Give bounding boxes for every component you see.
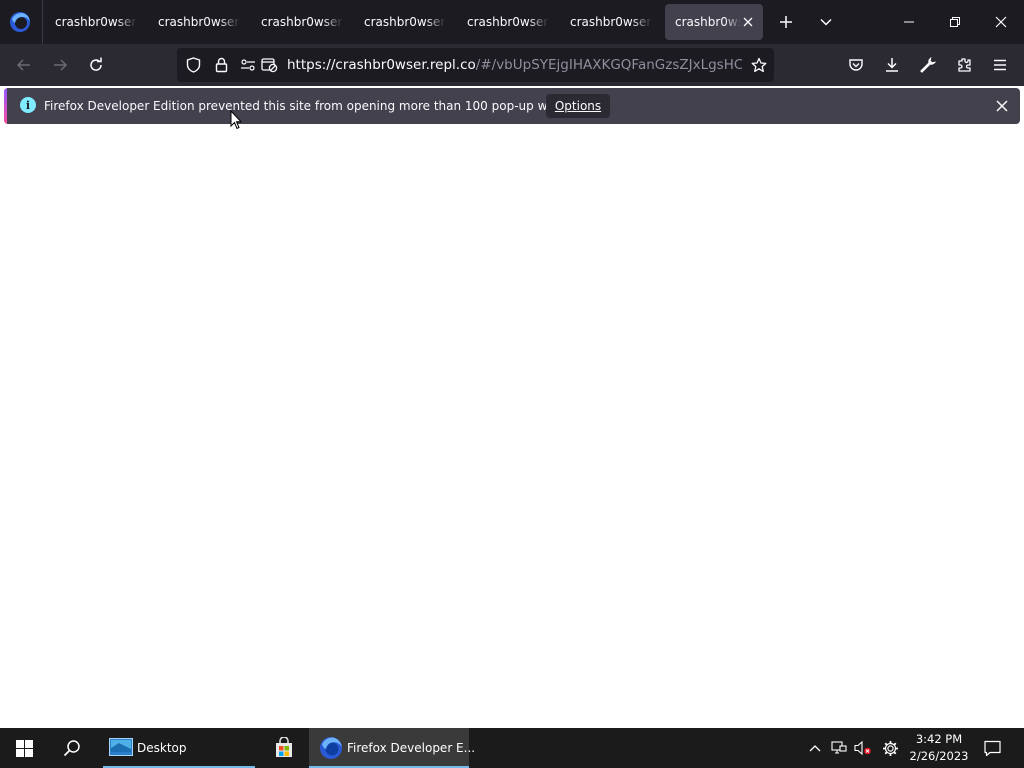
forward-button[interactable] — [44, 49, 76, 81]
notification-accent — [4, 88, 7, 124]
close-icon — [996, 100, 1008, 112]
settings-tray-button[interactable] — [878, 728, 902, 768]
tab-label: crashbr0wser.repl.co — [364, 15, 446, 29]
tab-label: crashbr0wser.repl.co — [467, 15, 549, 29]
plus-icon — [780, 16, 792, 28]
minimize-button[interactable] — [886, 0, 932, 44]
app-menu-button[interactable] — [984, 49, 1016, 81]
new-tab-button[interactable] — [770, 6, 802, 38]
gear-icon — [882, 740, 898, 756]
notification-message: Firefox Developer Edition prevented this… — [44, 99, 594, 113]
chevron-down-icon — [820, 18, 832, 26]
tab-separator — [42, 0, 43, 44]
firefox-developer-icon — [319, 736, 343, 760]
taskbar-store-app[interactable] — [262, 728, 306, 768]
clock-date: 2/26/2023 — [909, 749, 969, 763]
taskbar-firefox-label: Firefox Developer E... — [347, 741, 476, 755]
popup-blocked-icon[interactable] — [259, 48, 279, 82]
tracking-protection-shield-icon[interactable] — [183, 48, 203, 82]
show-hidden-icons-button[interactable] — [804, 728, 826, 768]
network-tray-button[interactable] — [828, 728, 850, 768]
chevron-up-icon — [809, 745, 821, 752]
list-all-tabs-button[interactable] — [810, 6, 842, 38]
options-button[interactable]: Options — [546, 94, 610, 118]
back-button[interactable] — [8, 49, 40, 81]
developer-tools-button[interactable] — [912, 49, 944, 81]
system-clock[interactable]: 3:42 PM 2/26/2023 — [905, 728, 973, 768]
popup-blocked-notification: i Firefox Developer Edition prevented th… — [4, 88, 1020, 124]
tab-crashbrowser-active[interactable]: crashbr0wser.repl.co — [665, 4, 763, 40]
info-icon: i — [20, 97, 36, 113]
taskbar-desktop-label: Desktop — [137, 741, 187, 755]
extensions-button[interactable] — [948, 49, 980, 81]
arrow-right-icon — [54, 59, 68, 71]
firefox-logo-icon[interactable] — [8, 10, 32, 34]
page-content[interactable] — [0, 128, 1024, 728]
tab-crashbrowser-6[interactable]: crashbr0wser.repl.co — [560, 4, 658, 40]
close-icon — [995, 16, 1007, 28]
url-text[interactable]: https://crashbr0wser.repl.co/#/vbUpSYEjg… — [287, 48, 742, 82]
notification-center-icon — [983, 740, 1001, 756]
arrow-left-icon — [16, 59, 30, 71]
permissions-icon[interactable] — [239, 48, 257, 82]
tab-label: crashbr0wser.repl.co — [261, 15, 343, 29]
windows-logo-icon — [15, 739, 33, 757]
taskbar: Desktop Firefox Developer E... 3:42 PM 2… — [0, 728, 1024, 768]
url-path: /#/vbUpSYEjgIHAXKGQFanGzsZJxLgsHCwSpV — [475, 57, 742, 73]
url-host: https://crashbr0wser.repl.co — [287, 57, 476, 73]
tab-label: crashbr0wser.repl.co — [570, 15, 652, 29]
tab-crashbrowser-2[interactable]: crashbr0wser.repl.co — [148, 4, 246, 40]
tab-close-icon[interactable] — [741, 4, 755, 40]
restore-button[interactable] — [932, 0, 978, 44]
hamburger-menu-icon — [994, 59, 1006, 71]
downloads-button[interactable] — [876, 49, 908, 81]
reload-button[interactable] — [80, 49, 112, 81]
volume-muted-icon — [854, 740, 871, 756]
taskbar-firefox-app[interactable]: Firefox Developer E... — [309, 728, 475, 768]
notification-close-button[interactable] — [990, 94, 1014, 118]
network-icon — [831, 741, 847, 754]
tab-label: crashbr0wser.repl.co — [675, 15, 741, 29]
tab-label: crashbr0wser.repl.co — [158, 15, 240, 29]
mouse-cursor-icon — [230, 110, 242, 130]
desktop-icon — [109, 738, 133, 756]
taskbar-desktop-app[interactable]: Desktop — [103, 728, 255, 768]
tab-crashbrowser-1[interactable]: crashbr0wser.repl.co — [45, 4, 143, 40]
tab-label: crashbr0wser.repl.co — [55, 15, 137, 29]
pocket-icon — [849, 59, 863, 71]
address-bar[interactable]: https://crashbr0wser.repl.co/#/vbUpSYEjg… — [177, 48, 774, 82]
microsoft-store-icon — [276, 737, 292, 757]
download-icon — [886, 58, 898, 72]
reload-icon — [90, 57, 102, 71]
wrench-icon — [920, 57, 936, 73]
search-button[interactable] — [48, 728, 96, 768]
minimize-icon — [904, 21, 914, 23]
clock-time: 3:42 PM — [915, 732, 963, 746]
tab-crashbrowser-4[interactable]: crashbr0wser.repl.co — [354, 4, 452, 40]
close-window-button[interactable] — [978, 0, 1024, 44]
tab-crashbrowser-5[interactable]: crashbr0wser.repl.co — [457, 4, 555, 40]
puzzle-icon — [958, 58, 971, 72]
volume-tray-button[interactable] — [851, 728, 875, 768]
bookmark-star-icon[interactable] — [747, 48, 771, 82]
tab-strip: crashbr0wser.repl.co crashbr0wser.repl.c… — [0, 0, 1024, 44]
restore-icon — [950, 17, 960, 27]
pocket-button[interactable] — [840, 49, 872, 81]
navigation-toolbar: https://crashbr0wser.repl.co/#/vbUpSYEjg… — [0, 44, 1024, 86]
start-button[interactable] — [0, 728, 48, 768]
action-center-button[interactable] — [978, 728, 1006, 768]
search-icon — [63, 740, 80, 757]
tab-crashbrowser-3[interactable]: crashbr0wser.repl.co — [251, 4, 349, 40]
lock-icon[interactable] — [211, 48, 231, 82]
